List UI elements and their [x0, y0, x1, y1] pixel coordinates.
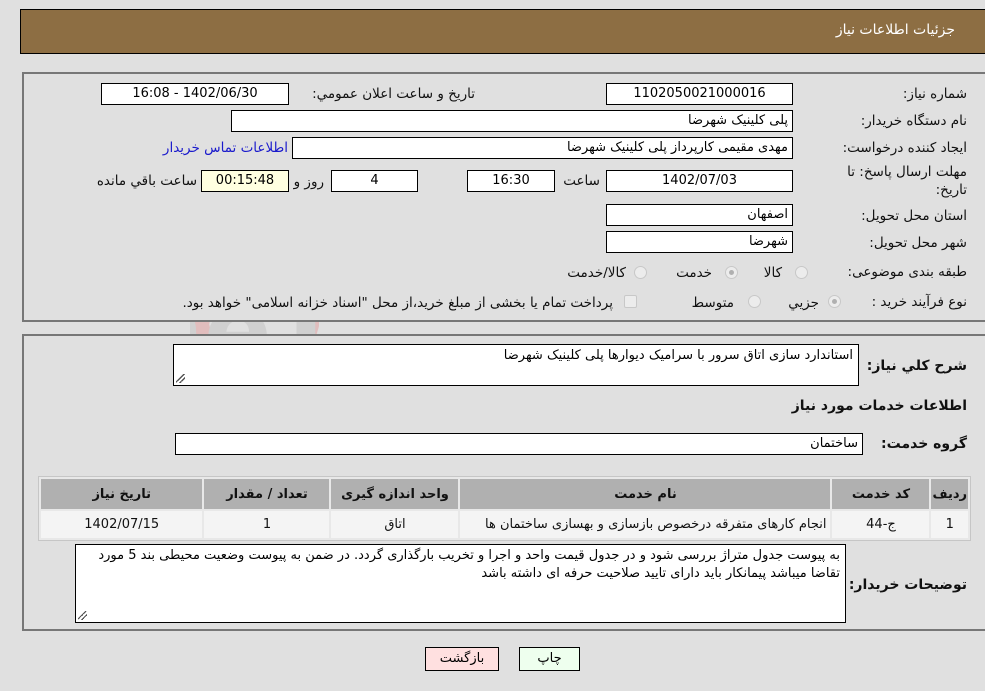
buyer-org-field[interactable]: پلی کلینیک شهرضا [231, 110, 793, 132]
col-header-quantity: تعداد / مقدار [204, 479, 330, 509]
cell-unit: اتاق [331, 511, 459, 538]
category-radio-service[interactable] [725, 266, 738, 279]
page-header: جزئیات اطلاعات نیاز [20, 9, 985, 54]
cell-need-date: 1402/07/15 [41, 511, 203, 538]
days-remaining-field[interactable]: 4 [331, 170, 418, 192]
buyer-org-label: نام دستگاه خریدار: [860, 113, 967, 129]
days-label: روز و [293, 174, 324, 190]
services-table: ردیف کد خدمت نام خدمت واحد اندازه گیری ت… [38, 476, 971, 541]
deadline-time-label: ساعت [563, 173, 600, 189]
category-option-goods: کالا [763, 265, 782, 281]
col-header-unit: واحد اندازه گیری [331, 479, 459, 509]
page-title: جزئیات اطلاعات نیاز [835, 22, 955, 38]
col-header-service-code: کد خدمت [832, 479, 930, 509]
service-group-label: گروه خدمت: [881, 436, 967, 452]
deadline-date-field[interactable]: 1402/07/03 [606, 170, 793, 192]
city-label: شهر محل تحویل: [869, 235, 967, 251]
requester-field[interactable]: مهدی مقیمی کارپرداز پلی کلینیک شهرضا [292, 137, 793, 159]
announce-datetime-field[interactable]: 1402/06/30 - 16:08 [101, 83, 289, 105]
category-radio-goods-service[interactable] [634, 266, 647, 279]
purchase-radio-medium[interactable] [748, 295, 761, 308]
buyer-notes-text: به پیوست جدول متراژ بررسی شود و در جدول … [98, 548, 840, 581]
buyer-contact-link[interactable]: اطلاعات تماس خریدار [163, 140, 288, 156]
need-number-field[interactable]: 1102050021000016 [606, 83, 793, 105]
cell-service-code: ج-44 [832, 511, 930, 538]
table-header-row: ردیف کد خدمت نام خدمت واحد اندازه گیری ت… [41, 479, 968, 509]
print-button[interactable]: چاپ [519, 647, 580, 671]
cell-service-name: انجام کارهای متفرقه درخصوص بازسازی و بهس… [460, 511, 831, 538]
cell-quantity: 1 [204, 511, 330, 538]
category-label: طبقه بندی موضوعی: [847, 264, 967, 280]
province-label: استان محل تحویل: [861, 208, 967, 224]
purchase-option-minor: جزيي [788, 295, 819, 311]
resize-grip-icon[interactable] [78, 611, 87, 620]
deadline-label-line1: مهلت ارسال پاسخ: تا [847, 164, 967, 180]
col-header-need-date: تاریخ نیاز [41, 479, 203, 509]
need-number-label: شماره نیاز: [902, 86, 967, 102]
treasury-checkbox[interactable] [624, 295, 637, 308]
treasury-checkbox-label: پرداخت تمام یا بخشی از مبلغ خرید،از محل … [182, 295, 613, 311]
purchase-type-label: نوع فرآیند خرید : [871, 294, 967, 310]
time-remaining-label: ساعت باقي مانده [96, 173, 197, 189]
general-desc-text: استاندارد سازی اتاق سرور با سرامیک دیوار… [503, 348, 853, 363]
resize-grip-icon[interactable] [176, 374, 185, 383]
cell-row-number: 1 [931, 511, 968, 538]
deadline-label-line2: تاریخ: [935, 182, 967, 198]
category-option-goods-service: کالا/خدمت [567, 265, 626, 281]
time-remaining-field: 00:15:48 [201, 170, 289, 192]
service-group-field[interactable]: ساختمان [175, 433, 863, 455]
col-header-service-name: نام خدمت [460, 479, 831, 509]
back-button[interactable]: بازگشت [425, 647, 499, 671]
table-row: 1 ج-44 انجام کارهای متفرقه درخصوص بازساز… [41, 511, 968, 538]
buyer-notes-textarea[interactable]: به پیوست جدول متراژ بررسی شود و در جدول … [75, 544, 846, 623]
col-header-row-number: ردیف [931, 479, 968, 509]
buyer-notes-label: توضیحات خریدار: [848, 577, 967, 593]
general-desc-textarea[interactable]: استاندارد سازی اتاق سرور با سرامیک دیوار… [173, 344, 859, 386]
services-heading: اطلاعات خدمات مورد نیاز [791, 398, 967, 414]
city-field[interactable]: شهرضا [606, 231, 793, 253]
announce-datetime-label: تاریخ و ساعت اعلان عمومي: [312, 86, 475, 102]
purchase-radio-minor[interactable] [828, 295, 841, 308]
province-field[interactable]: اصفهان [606, 204, 793, 226]
purchase-option-medium: متوسط [691, 295, 734, 311]
requester-label: ایجاد کننده درخواست: [842, 140, 967, 156]
category-radio-goods[interactable] [795, 266, 808, 279]
deadline-time-field[interactable]: 16:30 [467, 170, 555, 192]
category-option-service: خدمت [676, 265, 712, 281]
general-desc-label: شرح کلي نیاز: [866, 358, 967, 374]
